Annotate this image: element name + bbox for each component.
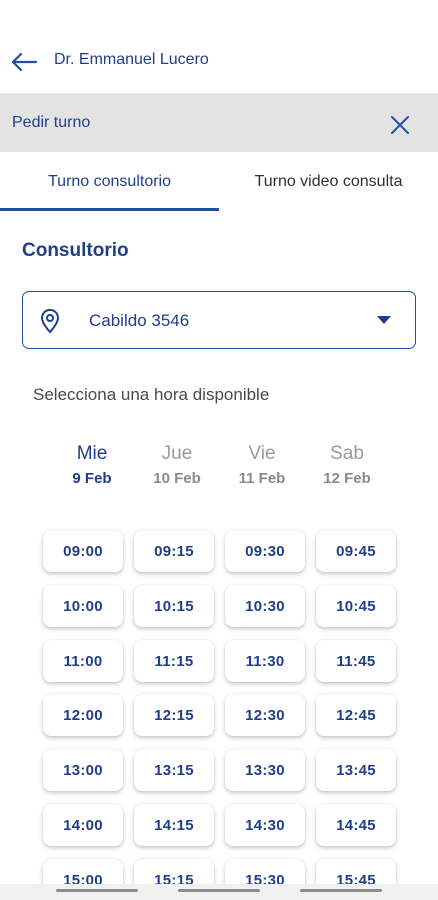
scroll-indicator-segment xyxy=(178,889,260,892)
time-slot-button[interactable]: 14:15 xyxy=(134,804,214,846)
day-name: Vie xyxy=(248,443,276,464)
location-pin-icon xyxy=(40,308,60,334)
time-slot-button[interactable]: 12:30 xyxy=(225,694,305,736)
subheader-title: Pedir turno xyxy=(12,114,91,131)
scroll-indicator-segment xyxy=(300,889,382,892)
time-slot-button[interactable]: 10:45 xyxy=(316,585,396,627)
time-slot-button[interactable]: 10:15 xyxy=(134,585,214,627)
day-name: Mie xyxy=(76,443,108,464)
time-slot-button[interactable]: 11:15 xyxy=(134,640,214,682)
day-date: 9 Feb xyxy=(72,470,112,487)
location-select-value: Cabildo 3546 xyxy=(89,311,190,330)
bottom-system-bar xyxy=(0,884,438,900)
booking-subheader: Pedir turno xyxy=(0,93,438,152)
day-selector: Mie 9 Feb Jue 10 Feb Vie 11 Feb Sab 12 F… xyxy=(0,440,438,500)
time-slot-button[interactable]: 14:30 xyxy=(225,804,305,846)
day-date: 11 Feb xyxy=(238,470,286,487)
time-slot-button[interactable]: 12:45 xyxy=(316,694,396,736)
arrow-left-icon[interactable] xyxy=(10,52,38,72)
active-tab-indicator xyxy=(0,208,219,211)
select-time-hint: Selecciona una hora disponible xyxy=(33,385,270,404)
time-slot-button[interactable]: 09:45 xyxy=(316,530,396,572)
tab-turno-consultorio[interactable]: Turno consultorio xyxy=(0,152,219,211)
time-slot-button[interactable]: 14:00 xyxy=(43,804,123,846)
day-vie[interactable]: Vie 11 Feb xyxy=(217,440,307,490)
day-date: 10 Feb xyxy=(153,470,201,487)
time-slot-button[interactable]: 11:30 xyxy=(225,640,305,682)
time-slot-button[interactable]: 11:00 xyxy=(43,640,123,682)
close-icon[interactable] xyxy=(389,114,411,136)
time-slot-button[interactable]: 09:15 xyxy=(134,530,214,572)
time-slot-button[interactable]: 10:00 xyxy=(43,585,123,627)
time-slot-button[interactable]: 13:00 xyxy=(43,749,123,791)
day-date: 12 Feb xyxy=(323,470,371,487)
location-select[interactable]: Cabildo 3546 xyxy=(22,291,416,349)
day-jue[interactable]: Jue 10 Feb xyxy=(132,440,222,490)
tab-turno-video-consulta[interactable]: Turno video consulta xyxy=(219,152,438,211)
section-title-consultorio: Consultorio xyxy=(22,240,129,261)
day-mie[interactable]: Mie 9 Feb xyxy=(47,440,137,490)
day-sab[interactable]: Sab 12 Feb xyxy=(302,440,392,490)
time-slot-button[interactable]: 09:00 xyxy=(43,530,123,572)
doctor-name-title: Dr. Emmanuel Lucero xyxy=(54,51,209,68)
tab-bar: Turno consultorio Turno video consulta xyxy=(0,152,438,211)
app-header: Dr. Emmanuel Lucero xyxy=(0,40,438,84)
time-slot-button[interactable]: 14:45 xyxy=(316,804,396,846)
time-slot-button[interactable]: 12:15 xyxy=(134,694,214,736)
time-slot-button[interactable]: 10:30 xyxy=(225,585,305,627)
caret-down-icon xyxy=(377,316,391,324)
time-slot-button[interactable]: 13:30 xyxy=(225,749,305,791)
scroll-indicator-segment xyxy=(56,889,138,892)
day-name: Jue xyxy=(161,443,193,464)
day-name: Sab xyxy=(330,443,364,464)
time-slot-button[interactable]: 09:30 xyxy=(225,530,305,572)
time-slot-button[interactable]: 13:45 xyxy=(316,749,396,791)
time-slot-button[interactable]: 13:15 xyxy=(134,749,214,791)
time-slot-button[interactable]: 11:45 xyxy=(316,640,396,682)
time-slot-button[interactable]: 12:00 xyxy=(43,694,123,736)
